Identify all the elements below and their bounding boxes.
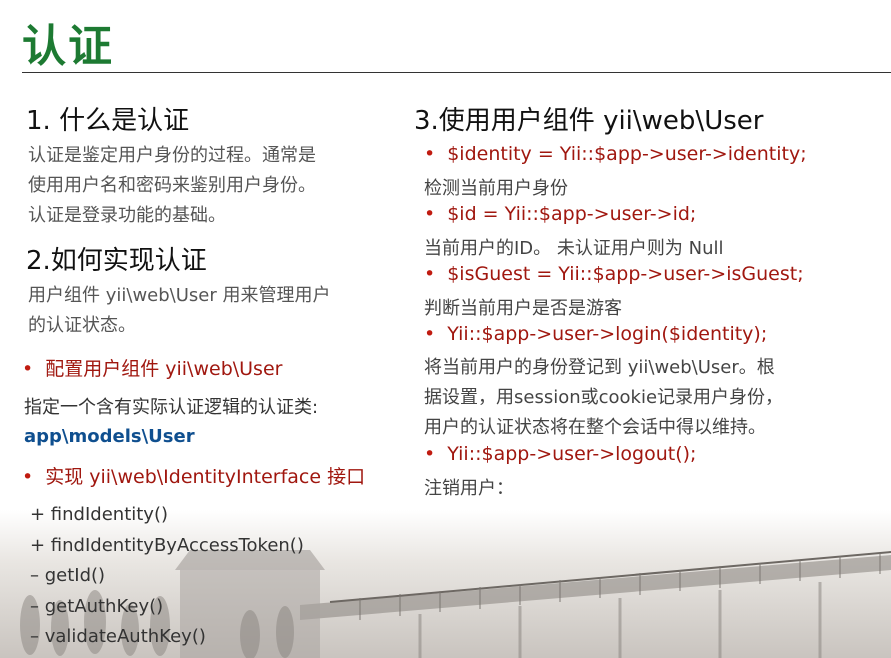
- text-line: 指定一个含有实际认证逻辑的认证类:: [24, 397, 319, 418]
- code-text: $identity = Yii::$app->user->identity;: [447, 143, 807, 165]
- code-text: $isGuest = Yii::$app->user->isGuest;: [447, 263, 804, 285]
- text-line: 据设置，用session或cookie记录用户身份，: [424, 387, 784, 408]
- list-item: + findIdentityByAccessToken(): [30, 534, 304, 556]
- list-item: + findIdentity(): [30, 504, 169, 525]
- description: 当前用户的ID。 未认证用户则为 Null: [424, 238, 724, 259]
- text-line: 认证是登录功能的基础。: [28, 205, 226, 226]
- bullet-dot-icon: •: [22, 466, 34, 488]
- bullet-id: • $id = Yii::$app->user->id;: [424, 203, 696, 225]
- config-text: 指定一个含有实际认证逻辑的认证类: app\models\User: [24, 393, 318, 451]
- title-divider: [22, 72, 891, 73]
- text-line: 将当前用户的身份登记到 yii\web\User。根: [424, 357, 775, 378]
- section-2-text: 用户组件 yii\web\User 用来管理用户 的认证状态。: [28, 281, 330, 341]
- bullet-text: 实现 yii\web\IdentityInterface 接口: [45, 466, 366, 488]
- bullet-logout: • Yii::$app->user->logout();: [424, 443, 696, 465]
- bullet-login: • Yii::$app->user->login($identity);: [424, 323, 767, 345]
- text-line: 认证是鉴定用户身份的过程。通常是: [28, 145, 316, 166]
- text-line: 用户组件 yii\web\User 用来管理用户: [28, 285, 331, 306]
- section-2-heading: 2.如何实现认证: [26, 246, 207, 276]
- list-item: – getId(): [30, 565, 106, 586]
- bullet-dot-icon: •: [424, 323, 436, 345]
- bullet-dot-icon: •: [424, 203, 436, 225]
- description: 注销用户：: [424, 478, 514, 499]
- page-title: 认证: [22, 21, 114, 72]
- text-line: 使用用户名和密码来鉴别用户身份。: [28, 175, 316, 196]
- bullet-text: 配置用户组件 yii\web\User: [45, 358, 283, 380]
- bullet-is-guest: • $isGuest = Yii::$app->user->isGuest;: [424, 263, 804, 285]
- code-text: Yii::$app->user->login($identity);: [447, 323, 768, 345]
- list-item: – validateAuthKey(): [30, 626, 206, 647]
- list-item: – getAuthKey(): [30, 595, 164, 617]
- bullet-dot-icon: •: [424, 143, 436, 165]
- bullet-dot-icon: •: [424, 443, 436, 465]
- section-3-heading: 3.使用用户组件 yii\web\User: [414, 106, 764, 136]
- bullet-dot-icon: •: [424, 263, 436, 285]
- section-1-text: 认证是鉴定用户身份的过程。通常是 使用用户名和密码来鉴别用户身份。 认证是登录功…: [28, 141, 316, 231]
- description: 将当前用户的身份登记到 yii\web\User。根 据设置，用session或…: [424, 353, 783, 443]
- bullet-configure-user: • 配置用户组件 yii\web\User: [22, 354, 282, 381]
- method-list: + findIdentity() + findIdentityByAccessT…: [30, 500, 304, 653]
- code-text: $id = Yii::$app->user->id;: [447, 203, 697, 225]
- bullet-dot-icon: •: [22, 358, 34, 380]
- bullet-identity: • $identity = Yii::$app->user->identity;: [424, 143, 807, 165]
- description: 判断当前用户是否是游客: [424, 298, 622, 319]
- config-class-name: app\models\User: [24, 426, 195, 447]
- bullet-identity-interface: • 实现 yii\web\IdentityInterface 接口: [22, 462, 365, 489]
- text-line: 的认证状态。: [28, 315, 136, 336]
- text-line: 用户的认证状态将在整个会话中得以维持。: [424, 417, 766, 438]
- description: 检测当前用户身份: [424, 178, 568, 199]
- section-1-heading: 1. 什么是认证: [26, 106, 190, 136]
- code-text: Yii::$app->user->logout();: [447, 443, 697, 465]
